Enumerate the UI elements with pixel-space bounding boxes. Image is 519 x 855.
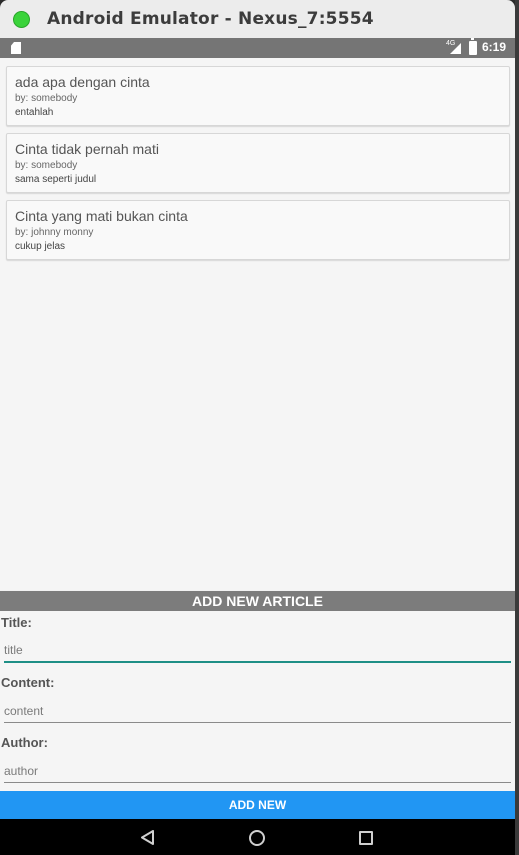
article-title: Cinta yang mati bukan cinta bbox=[15, 208, 188, 224]
recent-apps-icon[interactable] bbox=[359, 831, 373, 845]
window-title: Android Emulator - Nexus_7:5554 bbox=[47, 9, 374, 29]
status-clock: 6:19 bbox=[482, 40, 507, 54]
window-edge bbox=[515, 0, 519, 855]
network-type-label: 4G bbox=[446, 40, 456, 47]
window-titlebar[interactable]: Android Emulator - Nexus_7:5554 bbox=[0, 0, 515, 38]
article-card[interactable]: Cinta yang mati bukan cinta by: johnny m… bbox=[6, 200, 510, 260]
article-author: by: johnny monny bbox=[15, 227, 94, 238]
navigation-bar bbox=[0, 819, 515, 855]
article-author: by: somebody bbox=[15, 93, 78, 104]
content-label: Content: bbox=[1, 675, 55, 690]
add-article-header: ADD NEW ARTICLE bbox=[0, 591, 515, 611]
article-card[interactable]: Cinta tidak pernah mati by: somebody sam… bbox=[6, 133, 510, 193]
author-label: Author: bbox=[1, 735, 48, 750]
article-card[interactable]: ada apa dengan cinta by: somebody entahl… bbox=[6, 66, 510, 126]
back-icon[interactable] bbox=[141, 830, 155, 845]
article-content: cukup jelas bbox=[15, 241, 66, 252]
emulator-window: Android Emulator - Nexus_7:5554 4G 6:19 … bbox=[0, 0, 519, 855]
add-new-button[interactable]: ADD NEW bbox=[0, 791, 515, 819]
article-content: entahlah bbox=[15, 107, 54, 118]
add-article-form: Title: Content: Author: bbox=[0, 611, 515, 791]
author-input[interactable] bbox=[4, 759, 511, 783]
battery-icon bbox=[469, 38, 477, 55]
sd-card-icon bbox=[11, 42, 21, 54]
article-title: Cinta tidak pernah mati bbox=[15, 141, 159, 157]
content-input[interactable] bbox=[4, 699, 511, 723]
device-screen: 4G 6:19 ada apa dengan cinta by: somebod… bbox=[0, 38, 515, 855]
title-label: Title: bbox=[1, 615, 32, 630]
home-icon[interactable] bbox=[249, 830, 265, 846]
article-author: by: somebody bbox=[15, 160, 78, 171]
title-input[interactable] bbox=[4, 639, 511, 663]
article-content: sama seperti judul bbox=[15, 174, 97, 185]
article-title: ada apa dengan cinta bbox=[15, 74, 150, 90]
status-bar: 4G 6:19 bbox=[0, 38, 515, 58]
window-zoom-button[interactable] bbox=[13, 11, 30, 28]
article-list[interactable]: ada apa dengan cinta by: somebody entahl… bbox=[0, 58, 515, 590]
